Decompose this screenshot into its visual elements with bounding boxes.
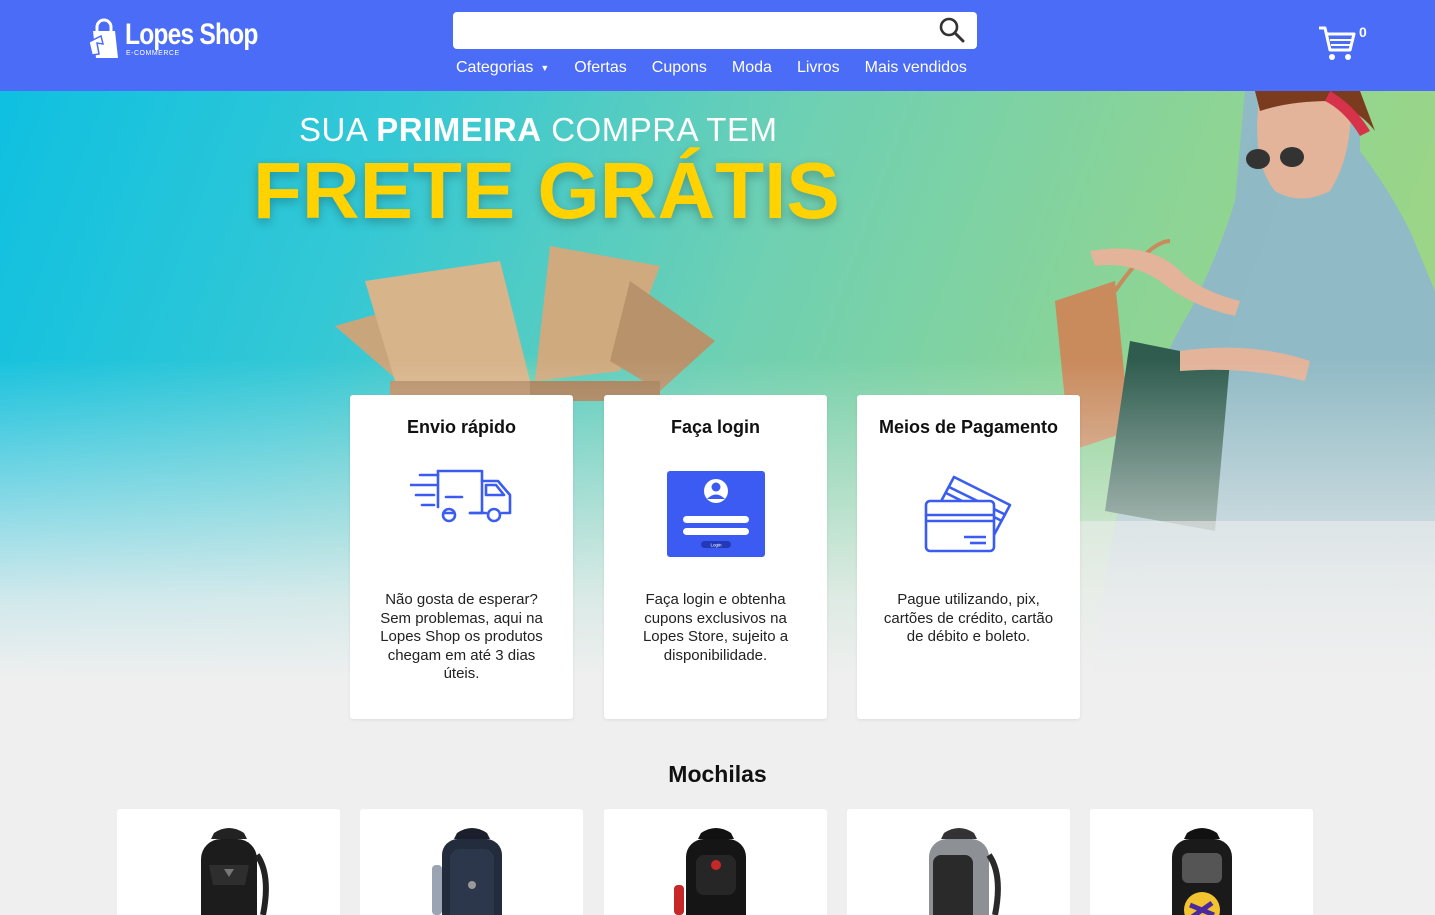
- login-button-label: Login: [710, 543, 722, 548]
- backpack-black-icon: [200, 828, 269, 915]
- nav-cupons[interactable]: Cupons: [652, 59, 707, 77]
- product-card[interactable]: [847, 809, 1070, 915]
- nav-moda[interactable]: Moda: [732, 59, 772, 77]
- feature-card-shipping: Envio rápido Não gosta de esperar? Sem p…: [350, 395, 573, 719]
- feature-card-login: Faça login Login Faça login e obtenha cu…: [604, 395, 827, 719]
- top-header: Lopes Shop E-COMMERCE Categorias ▼ Oferta…: [0, 0, 1435, 91]
- search-button[interactable]: [937, 16, 967, 46]
- backpack-sport-icon: [1171, 828, 1232, 915]
- search-icon: [939, 17, 965, 43]
- nav-ofertas[interactable]: Ofertas: [574, 59, 626, 77]
- cart-count-badge: 0: [1359, 24, 1367, 40]
- cart-button[interactable]: 0: [1317, 23, 1367, 63]
- feature-title: Envio rápido: [406, 417, 516, 437]
- hero-text-b: COMPRA TEM: [541, 111, 778, 148]
- hero-free-shipping: FRETE GRÁTIS: [253, 146, 840, 235]
- hero-text-bold: PRIMEIRA: [376, 111, 542, 148]
- caret-down-icon: ▼: [540, 63, 550, 73]
- feature-description: Pague utilizando, pix, cartões de crédit…: [883, 591, 1054, 645]
- feature-title: Faça login: [670, 417, 760, 437]
- feature-description: Não gosta de esperar? Sem problemas, aqu…: [380, 591, 543, 682]
- feature-card-payment: Meios de Pagamento Pague utilizando, pix…: [857, 395, 1080, 719]
- feature-description: Faça login e obtenha cupons exclusivos n…: [642, 591, 789, 664]
- brand-name: Lopes Shop: [125, 18, 258, 51]
- main-nav: Categorias ▼ Ofertas Cupons Moda Livros M…: [456, 59, 967, 77]
- search-input[interactable]: [453, 12, 923, 49]
- hero-text-a: SUA: [299, 111, 377, 148]
- feature-title: Meios de Pagamento: [878, 417, 1059, 437]
- backpack-grey-icon: [928, 828, 1001, 915]
- section-title: Mochilas: [668, 761, 767, 787]
- brand-logo[interactable]: Lopes Shop E-COMMERCE: [87, 18, 287, 62]
- delivery-truck-icon: [409, 469, 511, 523]
- product-card[interactable]: [604, 809, 827, 915]
- backpack-swiss-icon: [673, 828, 746, 915]
- login-screen-icon: Login: [666, 471, 765, 557]
- nav-categorias[interactable]: Categorias ▼: [456, 59, 549, 77]
- backpack-navy-icon: [431, 828, 502, 915]
- shopping-bag-icon: [88, 18, 118, 58]
- nav-label: Categorias: [456, 59, 534, 76]
- product-card[interactable]: [117, 809, 340, 915]
- shopping-cart-icon: [1319, 26, 1356, 60]
- nav-mais-vendidos[interactable]: Mais vendidos: [865, 59, 967, 77]
- nav-livros[interactable]: Livros: [797, 59, 840, 77]
- product-card[interactable]: [360, 809, 583, 915]
- search-bar: [453, 12, 977, 49]
- credit-cards-icon: [924, 475, 1011, 553]
- hero-headline: SUA PRIMEIRA COMPRA TEM: [299, 111, 777, 149]
- product-card[interactable]: [1090, 809, 1313, 915]
